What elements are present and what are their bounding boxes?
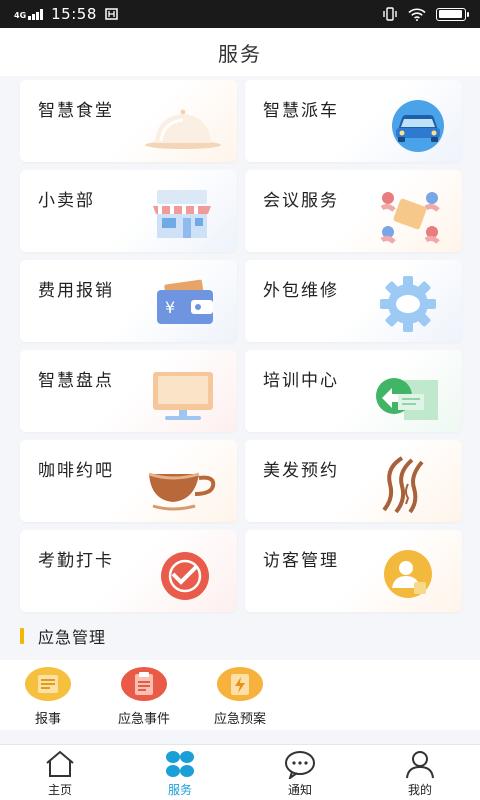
service-card-reimburse[interactable]: 费用报销 ¥: [20, 260, 237, 342]
tab-services[interactable]: 服务: [140, 749, 220, 798]
section-title-text: 应急管理: [38, 628, 107, 647]
hair-icon: [382, 456, 424, 514]
wifi-icon: [408, 8, 426, 21]
emergency-panel: 报事 应急事件 应急预案: [0, 660, 480, 730]
service-card-coffee[interactable]: 咖啡约吧: [20, 440, 237, 522]
emergency-event-button[interactable]: 应急事件: [104, 666, 184, 727]
emergency-item-label: 应急预案: [213, 712, 266, 727]
service-label: 智慧食堂: [38, 101, 114, 121]
visitor-icon: [384, 550, 432, 598]
service-card-hair[interactable]: 美发预约: [245, 440, 462, 522]
plan-icon: [217, 667, 263, 701]
emergency-plan-button[interactable]: 应急预案: [200, 666, 280, 727]
wallet-icon: ¥: [157, 279, 213, 324]
tab-profile[interactable]: 我的: [380, 749, 460, 798]
meeting-icon: [380, 192, 440, 244]
page-title: 服务: [218, 41, 262, 66]
tab-notifications[interactable]: 通知: [260, 749, 340, 798]
user-icon: [406, 751, 434, 779]
service-card-shop[interactable]: 小卖部: [20, 170, 237, 252]
service-card-inventory[interactable]: 智慧盘点: [20, 350, 237, 432]
service-card-dispatch[interactable]: 智慧派车: [245, 80, 462, 162]
page-header: 服务: [0, 28, 480, 76]
tab-label: 服务: [167, 783, 192, 797]
car-icon: [392, 100, 444, 152]
service-label: 智慧盘点: [38, 371, 114, 391]
service-label: 小卖部: [38, 191, 95, 211]
tab-label: 通知: [287, 783, 312, 797]
services-grid-icon: [166, 751, 194, 777]
vibrate-icon: [383, 7, 397, 21]
service-label: 咖啡约吧: [38, 461, 114, 481]
service-card-canteen[interactable]: 智慧食堂: [20, 80, 237, 162]
store-icon: [153, 190, 211, 238]
service-grid: 智慧食堂 智慧派车 小卖部 会议服务 费用报销 ¥ 外包维修 智慧盘点 培训中心…: [20, 80, 462, 612]
service-card-visitor[interactable]: 访客管理: [245, 530, 462, 612]
status-bar: 4G 15:58: [0, 0, 480, 28]
event-clipboard-icon: [121, 667, 167, 701]
service-label: 考勤打卡: [38, 551, 114, 571]
svg-text:¥: ¥: [165, 298, 175, 317]
battery-icon: [436, 7, 469, 21]
training-icon: [376, 378, 438, 420]
service-label: 访客管理: [263, 551, 339, 571]
service-card-repair[interactable]: 外包维修: [245, 260, 462, 342]
monitor-icon: [153, 372, 213, 420]
home-icon: [46, 750, 74, 777]
service-label: 培训中心: [263, 371, 339, 391]
bottom-tab-bar: 主页 服务 通知 我的: [0, 744, 480, 800]
service-label: 费用报销: [38, 281, 114, 301]
service-card-attendance[interactable]: 考勤打卡: [20, 530, 237, 612]
status-time: 15:58: [51, 5, 97, 23]
emergency-section-title: 应急管理: [20, 624, 106, 648]
service-label: 美发预约: [263, 461, 339, 481]
notification-icon: [105, 8, 118, 20]
gear-icon: [380, 276, 436, 332]
cellular-signal-icon: 4G: [14, 8, 44, 20]
chat-bubble-icon: [285, 751, 315, 779]
section-accent-bar: [20, 628, 24, 644]
coffee-cup-icon: [148, 472, 216, 511]
report-icon: [25, 667, 71, 701]
service-label: 会议服务: [263, 191, 339, 211]
tab-label: 我的: [407, 783, 432, 797]
service-label: 智慧派车: [263, 101, 339, 121]
emergency-item-label: 报事: [34, 712, 61, 727]
emergency-report-button[interactable]: 报事: [8, 666, 88, 727]
service-label: 外包维修: [263, 281, 339, 301]
tab-home[interactable]: 主页: [20, 749, 100, 798]
emergency-item-label: 应急事件: [117, 712, 170, 727]
service-card-training[interactable]: 培训中心: [245, 350, 462, 432]
cloche-icon: [145, 109, 221, 149]
tab-label: 主页: [47, 783, 72, 797]
service-card-meeting[interactable]: 会议服务: [245, 170, 462, 252]
checkin-icon: [161, 552, 209, 600]
